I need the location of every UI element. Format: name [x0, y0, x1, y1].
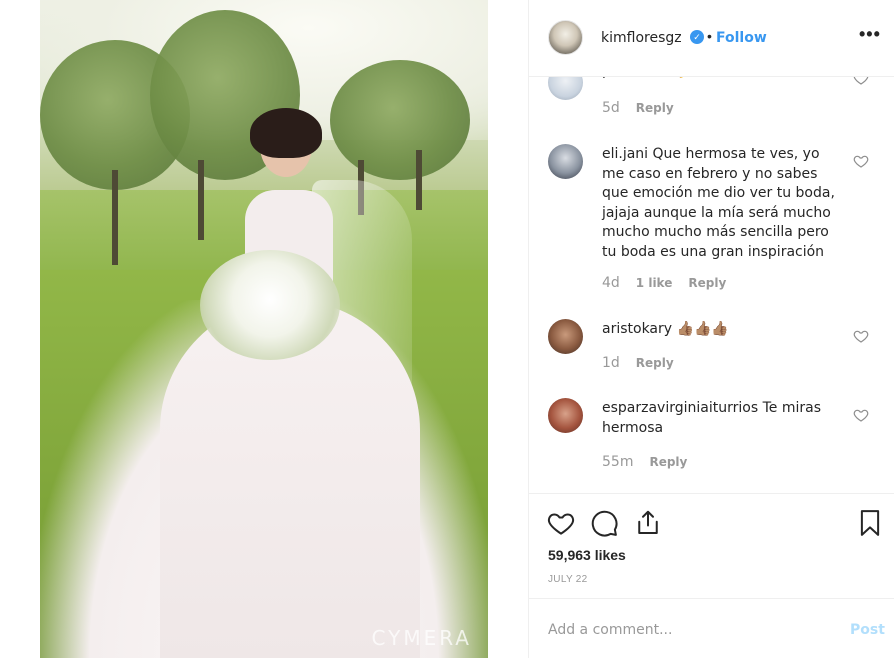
comment-likes-count[interactable]: 1 like [636, 276, 673, 290]
comment-username[interactable]: esparzavirginiaiturrios [602, 400, 758, 416]
comment-body: 👍🏽👍🏽👍🏽 [676, 321, 729, 337]
comment-username[interactable]: eli.jani [602, 146, 648, 162]
comment-text: pershoito 👌😊 [602, 77, 842, 82]
comments-list[interactable]: pershoito 👌😊 5d Reply eli.jani Que hermo… [529, 77, 894, 493]
comment-meta: 5d Reply [602, 100, 674, 116]
photo-tree-trunk [198, 160, 204, 240]
post-photo-pane: CYMERA [0, 0, 528, 658]
photo-watermark: CYMERA [371, 626, 472, 650]
comment-like-heart-icon[interactable] [853, 407, 869, 423]
comment-like-heart-icon[interactable] [853, 153, 869, 169]
comment-reply-button[interactable]: Reply [636, 101, 674, 115]
add-comment-bar: Post [529, 598, 894, 658]
comment-reply-button[interactable]: Reply [636, 356, 674, 370]
add-comment-input[interactable] [548, 619, 828, 641]
comment-text: aristokary 👍🏽👍🏽👍🏽 [602, 320, 842, 340]
verified-badge-icon: ✓ [690, 30, 704, 44]
photo-hair [250, 108, 322, 158]
comment-text: eli.jani Que hermosa te ves, yo me caso … [602, 145, 842, 262]
post-date[interactable]: JULY 22 [548, 574, 588, 585]
comment-username[interactable]: pershoito [602, 77, 668, 79]
comment-bubble-icon[interactable] [589, 508, 619, 538]
comment-time[interactable]: 4d [602, 275, 620, 291]
comment-time[interactable]: 5d [602, 100, 620, 116]
post-side-panel: kimfloresgz ✓ • Follow ••• pershoito 👌😊 … [528, 0, 894, 658]
comment-avatar[interactable] [548, 144, 583, 179]
photo-tree [330, 60, 470, 180]
comment-meta: 4d 1 like Reply [602, 275, 726, 291]
post-header: kimfloresgz ✓ • Follow ••• [529, 0, 894, 77]
like-heart-icon[interactable] [546, 508, 576, 538]
comment-like-heart-icon[interactable] [853, 77, 869, 86]
post-photo[interactable]: CYMERA [40, 0, 488, 658]
comment-meta: 55m Reply [602, 454, 687, 470]
photo-bouquet [200, 250, 340, 360]
likes-count[interactable]: 59,963 likes [548, 547, 626, 563]
more-options-icon[interactable]: ••• [859, 24, 881, 45]
post-comment-button[interactable]: Post [850, 622, 885, 638]
comment-body: 👌😊 [672, 77, 704, 79]
bookmark-save-icon[interactable] [855, 508, 885, 538]
comment-reply-button[interactable]: Reply [649, 455, 687, 469]
comment-avatar[interactable] [548, 319, 583, 354]
comment-meta: 1d Reply [602, 355, 674, 371]
comment-time[interactable]: 1d [602, 355, 620, 371]
comment-reply-button[interactable]: Reply [688, 276, 726, 290]
comment-time[interactable]: 55m [602, 454, 633, 470]
comment-text: esparzavirginiaiturrios Te miras hermosa [602, 399, 842, 438]
comment-avatar[interactable] [548, 77, 583, 100]
photo-tree-trunk [416, 150, 422, 210]
photo-tree-trunk [112, 170, 118, 265]
comment-body: Que hermosa te ves, yo me caso en febrer… [602, 146, 835, 260]
share-icon[interactable] [633, 508, 663, 538]
header-separator: • [707, 28, 712, 44]
follow-button[interactable]: Follow [716, 30, 767, 46]
comment-like-heart-icon[interactable] [853, 328, 869, 344]
comment-avatar[interactable] [548, 398, 583, 433]
author-avatar[interactable] [548, 20, 583, 55]
author-username[interactable]: kimfloresgz [601, 30, 682, 46]
comment-username[interactable]: aristokary [602, 321, 672, 337]
post-actions: 59,963 likes JULY 22 [529, 493, 894, 598]
